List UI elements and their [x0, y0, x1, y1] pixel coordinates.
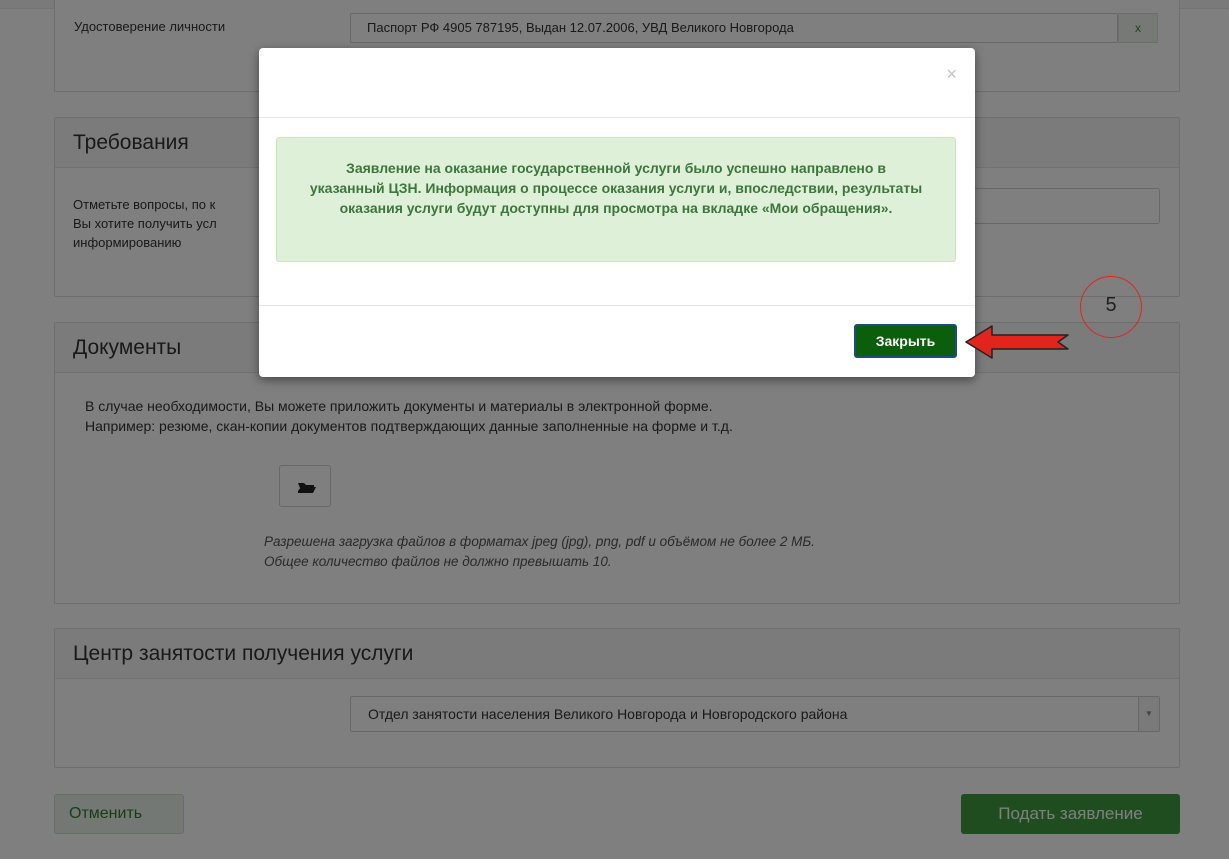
dialog-header: ×	[259, 48, 975, 118]
step-number: 5	[1105, 294, 1117, 316]
close-dialog-button[interactable]: Закрыть	[854, 324, 957, 358]
dialog-footer-divider	[259, 305, 975, 306]
success-dialog: × Заявление на оказание государственной …	[259, 48, 975, 377]
close-icon[interactable]: ×	[946, 64, 957, 85]
pointer-arrow-icon	[965, 325, 1069, 359]
success-message: Заявление на оказание государственной ус…	[276, 137, 956, 262]
